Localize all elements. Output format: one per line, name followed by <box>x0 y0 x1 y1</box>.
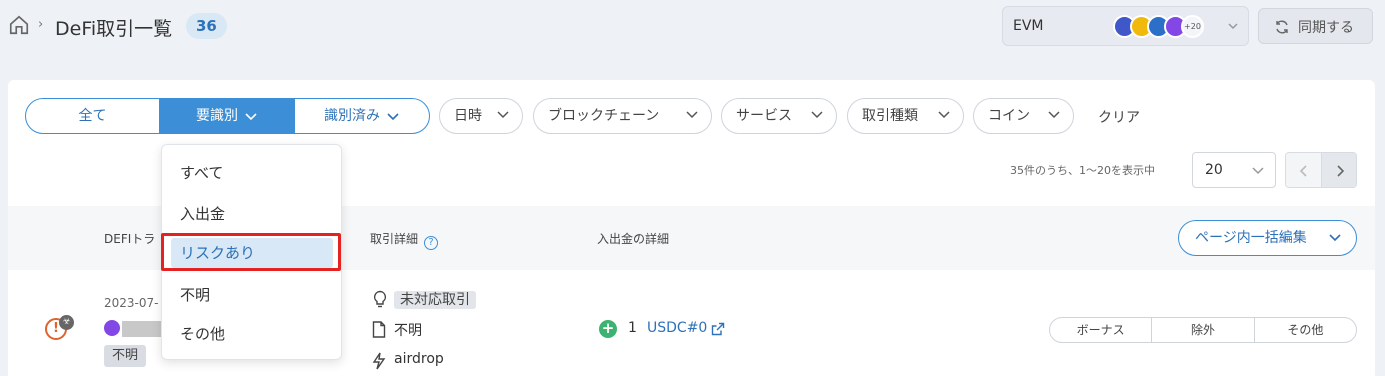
bulk-edit-button[interactable]: ページ内一括編集 <box>1178 220 1357 256</box>
lightbulb-icon <box>373 290 387 308</box>
highlight-box <box>161 233 341 271</box>
chevron-down-icon <box>245 113 257 121</box>
chevron-down-icon <box>1048 111 1060 119</box>
segment-identified-label: 識別済み <box>324 108 380 124</box>
bonus-button[interactable]: ボーナス <box>1050 318 1151 342</box>
segment-all[interactable]: 全て <box>26 99 160 133</box>
filter-service-label: サービス <box>736 108 792 124</box>
document-icon <box>372 321 386 338</box>
filter-coin-label: コイン <box>988 108 1030 124</box>
page-size-value: 20 <box>1205 162 1223 178</box>
chevron-left-icon <box>1299 165 1307 177</box>
filter-blockchain[interactable]: ブロックチェーン <box>533 98 712 134</box>
segment-needs-identification-label: 要識別 <box>196 108 238 124</box>
deposit-plus-icon: + <box>599 320 617 338</box>
clear-filters-link[interactable]: クリア <box>1098 107 1140 127</box>
polygon-icon <box>104 320 120 336</box>
dropdown-item-deposit-withdrawal[interactable]: 入出金 <box>180 203 225 224</box>
filter-datetime-label: 日時 <box>454 108 482 124</box>
segment-needs-identification[interactable]: 要識別 <box>160 99 294 133</box>
chevron-down-icon <box>497 111 509 119</box>
unknown-badge: 不明 <box>104 345 147 367</box>
sync-button[interactable]: 同期する <box>1258 8 1373 44</box>
chevron-right-icon <box>1337 165 1345 177</box>
page-size-select[interactable]: 20 <box>1192 152 1276 188</box>
filter-transaction-type[interactable]: 取引種類 <box>847 98 964 134</box>
token-link[interactable]: USDC#0 <box>647 320 707 336</box>
count-badge: 36 <box>186 13 227 39</box>
filter-blockchain-label: ブロックチェーン <box>548 108 660 124</box>
status-segmented-control: 全て 要識別 識別済み <box>25 98 430 134</box>
filter-datetime[interactable]: 日時 <box>439 98 523 134</box>
pagination-summary: 35件のうち、1〜20を表示中 <box>1010 164 1155 177</box>
chevron-down-icon <box>1329 234 1341 242</box>
chain-select[interactable]: EVM +20 <box>1002 6 1249 46</box>
column-header-details: 取引詳細? <box>370 230 439 250</box>
exclude-button[interactable]: 除外 <box>1151 318 1253 342</box>
segment-identified[interactable]: 識別済み <box>294 99 429 133</box>
transfer-amount: 1 <box>628 320 637 336</box>
sync-icon <box>1276 20 1288 34</box>
row-action-group: ボーナス 除外 その他 <box>1049 317 1357 343</box>
other-button[interactable]: その他 <box>1253 318 1356 342</box>
transaction-type: 不明 <box>394 323 422 339</box>
biohazard-icon: ☣ <box>59 315 74 330</box>
previous-page-button[interactable] <box>1286 153 1321 187</box>
page-title: DeFi取引一覧 <box>55 18 173 40</box>
dropdown-item-unknown[interactable]: 不明 <box>180 284 210 305</box>
dropdown-item-all[interactable]: すべて <box>180 162 223 183</box>
column-header-details-label: 取引詳細 <box>370 232 419 246</box>
dropdown-item-other[interactable]: その他 <box>180 323 225 344</box>
status-badge: 未対応取引 <box>394 291 476 309</box>
bulk-edit-label: ページ内一括編集 <box>1195 230 1307 246</box>
chevron-down-icon <box>1228 23 1238 30</box>
transaction-method: airdrop <box>394 351 444 367</box>
column-header-defi: DEFIトラ <box>104 232 156 246</box>
chevron-down-icon <box>686 111 698 119</box>
more-chains-badge: +20 <box>1181 15 1204 38</box>
next-page-button[interactable] <box>1320 153 1356 187</box>
external-link-icon[interactable] <box>711 322 725 336</box>
help-icon[interactable]: ? <box>424 236 439 250</box>
filter-coin[interactable]: コイン <box>973 98 1074 134</box>
chain-icons: +20 <box>1113 15 1204 39</box>
row-date: 2023-07- <box>104 296 159 310</box>
column-header-transfers: 入出金の詳細 <box>597 232 670 246</box>
chevron-down-icon <box>811 111 823 119</box>
segment-all-label: 全て <box>78 108 107 124</box>
breadcrumb-separator: › <box>38 17 44 32</box>
home-icon[interactable] <box>8 14 30 36</box>
lightning-icon <box>372 352 386 370</box>
filter-transaction-type-label: 取引種類 <box>862 108 918 124</box>
chevron-down-icon <box>387 113 399 121</box>
sync-button-label: 同期する <box>1298 20 1354 36</box>
filter-service[interactable]: サービス <box>721 98 837 134</box>
top-bar: › DeFi取引一覧 36 EVM +20 同期する <box>0 0 1385 56</box>
chevron-down-icon <box>1252 167 1264 175</box>
chain-select-label: EVM <box>1013 18 1044 34</box>
pager-buttons <box>1285 152 1357 188</box>
chevron-down-icon <box>938 111 950 119</box>
